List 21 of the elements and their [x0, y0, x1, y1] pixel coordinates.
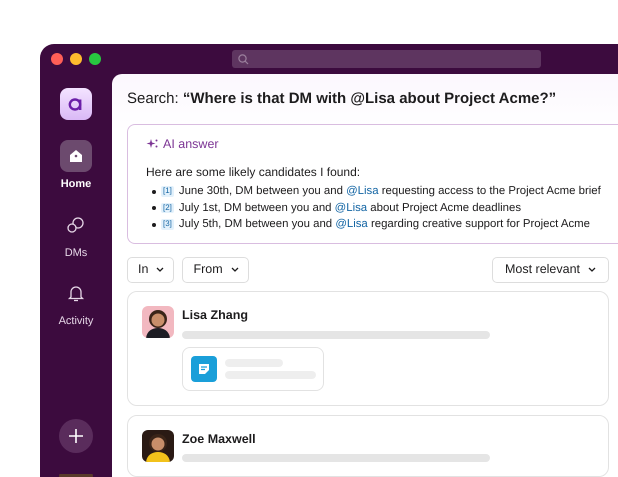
answer-item-text: July 1st, DM between you and @Lisa about Project Acme deadlines — [178, 200, 522, 216]
result-card[interactable]: Lisa Zhang — [127, 290, 609, 406]
answer-intro: Here are some likely candidates I found: — [146, 164, 362, 182]
mention-link[interactable]: @Lisa — [335, 218, 368, 230]
sender-name: Zoe Maxwell — [182, 430, 257, 448]
ai-answer-title: AI answer — [163, 136, 219, 152]
sender-name: Lisa Zhang — [182, 306, 249, 324]
citation-link[interactable]: [1] — [161, 186, 174, 197]
answer-item-text: June 30th, DM between you and @Lisa requesting access to the Project Acme brief — [178, 184, 601, 200]
filter-dropdown[interactable]: From — [182, 256, 249, 283]
mention-link[interactable]: @Lisa — [346, 185, 379, 198]
sort-dropdown[interactable]: Most relevant — [492, 256, 609, 283]
search-query: Search: “Where is that DM with @Lisa about Project Acme?” — [127, 89, 558, 109]
answer-item-text: July 5th, DM between you and @Lisa regarding creative support for Project Acme — [178, 217, 590, 232]
sidebar-item[interactable]: DMs — [60, 208, 92, 261]
sidebar-item[interactable]: Activity — [58, 277, 94, 330]
citation-link[interactable]: [3] — [161, 219, 174, 230]
result-card[interactable]: Zoe Maxwell — [127, 414, 609, 477]
filter-dropdown[interactable]: In — [127, 256, 174, 283]
citation-link[interactable]: [2] — [161, 202, 174, 214]
mention-link[interactable]: @Lisa — [334, 202, 368, 214]
